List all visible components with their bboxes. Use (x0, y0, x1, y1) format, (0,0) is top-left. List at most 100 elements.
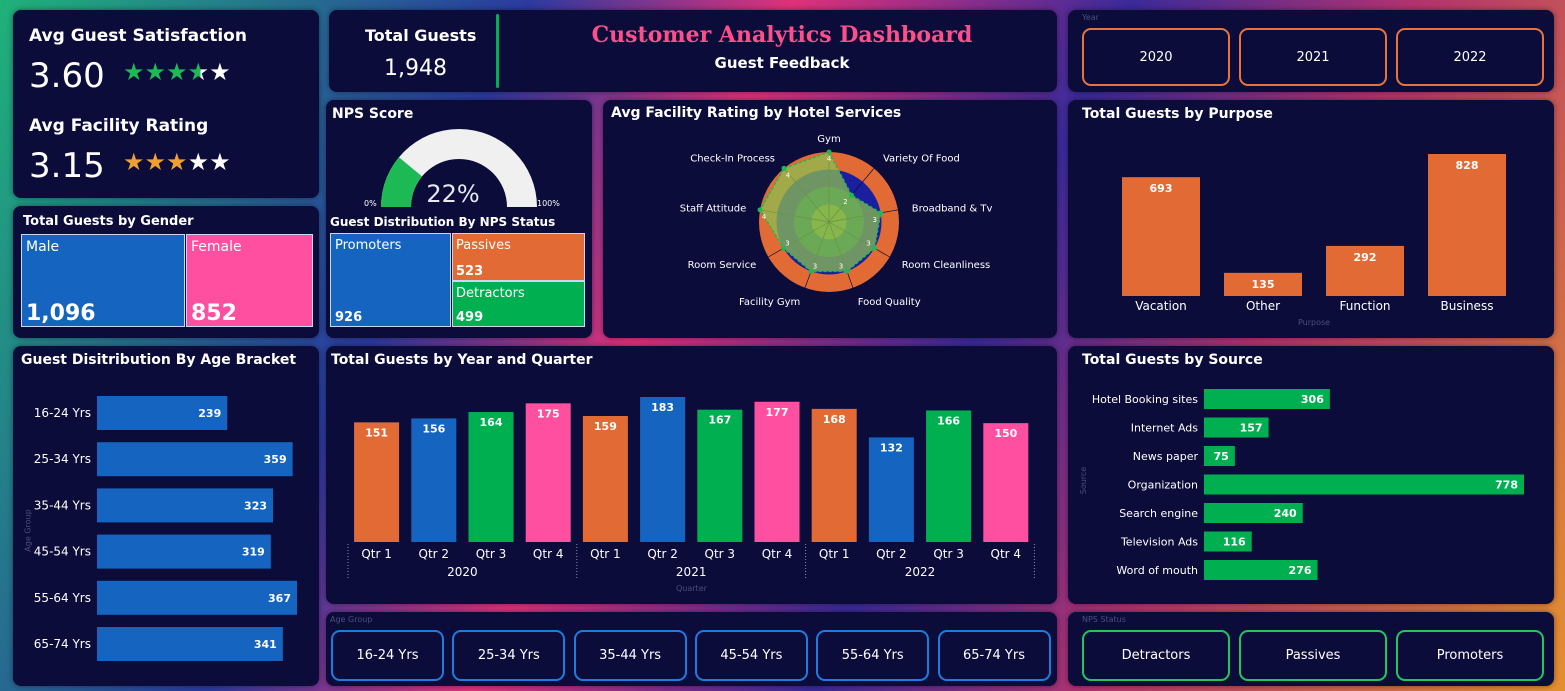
star-icon: ★ (209, 58, 231, 86)
age-bracket-card: Guest Disitribution By Age Bracket Age G… (13, 346, 319, 686)
radar-value-label: 3 (785, 239, 789, 247)
quarter-category-label: Qtr 1 (819, 547, 850, 561)
purpose-axis-label: Purpose (1298, 318, 1331, 327)
age-option-25-34-yrs[interactable]: 25-34 Yrs (452, 630, 566, 681)
star-icon: ★ (166, 58, 188, 86)
radar-point (848, 192, 854, 198)
star-icon: ★ (144, 58, 167, 86)
age-option-35-44-yrs[interactable]: 35-44 Yrs (573, 630, 687, 681)
age-value-label: 319 (242, 546, 265, 559)
quarter-value-label: 168 (823, 413, 846, 426)
quarter-bar[interactable] (525, 403, 571, 542)
female-tile[interactable]: Female 852 (186, 234, 313, 327)
source-category-label: Internet Ads (1131, 422, 1198, 435)
quarter-bar[interactable] (468, 412, 514, 542)
quarter-category-label: Qtr 3 (705, 547, 736, 561)
quarter-value-label: 156 (422, 422, 445, 435)
star-icon: ★ (209, 148, 231, 176)
gauge-min-label: 0% (364, 199, 377, 208)
age-option-45-54-yrs[interactable]: 45-54 Yrs (694, 630, 808, 681)
nps-option-passives[interactable]: Passives (1239, 630, 1387, 681)
star-icon: ★ (123, 148, 145, 176)
quarter-bar[interactable] (811, 408, 857, 542)
age-value-label: 239 (198, 407, 221, 420)
detractors-tile[interactable]: Detractors 499 (452, 281, 585, 327)
radar-point (781, 165, 787, 171)
source-bar[interactable] (1204, 474, 1524, 495)
purpose-value-label: 292 (1354, 251, 1377, 264)
promoters-tile[interactable]: Promoters 926 (330, 233, 451, 327)
quarter-bar[interactable] (582, 416, 628, 542)
quarter-bar[interactable] (983, 423, 1029, 542)
quarter-bar[interactable] (411, 418, 457, 542)
age-option-16-24-yrs[interactable]: 16-24 Yrs (331, 630, 444, 681)
star-icon: ★ (123, 58, 145, 86)
nps-option-detractors[interactable]: Detractors (1082, 630, 1230, 681)
purpose-bar-chart: 693 Vacation 135 Other 292 Function 828 Busines… (1122, 154, 1506, 313)
purpose-category-label: Vacation (1135, 299, 1187, 313)
quarter-bar[interactable] (697, 409, 743, 542)
detractors-value: 499 (456, 310, 484, 325)
facility-radar-card: Avg Facility Rating by Hotel Services 42… (603, 100, 1057, 338)
age-option-65-74-yrs[interactable]: 65-74 Yrs (937, 630, 1051, 681)
age-value-label: 341 (254, 638, 277, 651)
quarter-category-label: Qtr 4 (762, 547, 793, 561)
female-label: Female (191, 239, 242, 255)
year-option-2022[interactable]: 2022 (1396, 28, 1544, 86)
quarter-value-label: 132 (880, 441, 903, 454)
year-option-2020[interactable]: 2020 (1082, 28, 1230, 86)
dashboard-subtitle: Guest Feedback (714, 54, 850, 72)
quarter-category-label: Qtr 3 (476, 547, 507, 561)
radar-category-label: Room Service (688, 260, 757, 271)
age-option-55-64-yrs[interactable]: 55-64 Yrs (816, 630, 930, 681)
nps-card: NPS Score 22% 0% 100% Guest Distribution… (326, 100, 592, 338)
gauge-value: 22% (426, 180, 479, 208)
radar-category-label: Staff Attitude (680, 203, 747, 214)
male-value: 1,096 (26, 301, 96, 326)
purpose-category-label: Function (1339, 299, 1390, 313)
source-value-label: 75 (1214, 450, 1229, 463)
quarter-year-label: 2022 (905, 565, 936, 579)
male-tile[interactable]: Male 1,096 (21, 234, 185, 327)
nps-status-title: Guest Distribution By NPS Status (330, 215, 556, 229)
nps-slicer-label: NPS Status (1082, 615, 1126, 624)
purpose-value-label: 135 (1252, 278, 1275, 291)
age-slicer-label: Age Group (330, 615, 373, 624)
year-option-2021[interactable]: 2021 (1239, 28, 1387, 86)
quarter-bar[interactable] (754, 401, 800, 542)
radar-value-label: 4 (827, 155, 832, 163)
quarter-bar[interactable] (640, 397, 686, 542)
year-slicer: Year 2020 2021 2022 (1068, 10, 1554, 92)
header-card: Total Guests 1,948 Customer Analytics Da… (329, 10, 1057, 92)
radar-point (871, 245, 877, 251)
source-category-label: Word of mouth (1116, 564, 1198, 577)
age-value-label: 359 (264, 453, 287, 466)
passives-tile[interactable]: Passives 523 (452, 233, 585, 281)
radar-value-label: 3 (872, 216, 876, 224)
quarter-bar-chart: 151 Qtr 1 156 Qtr 2 164 Qtr 3 175 Qtr 4 159 Qtr 1… (347, 397, 1035, 579)
purpose-value-label: 693 (1150, 182, 1173, 195)
quarter-category-label: Qtr 1 (361, 547, 392, 561)
avg-facility-value: 3.15 (29, 146, 105, 186)
quarter-bar[interactable] (926, 410, 972, 542)
radar-point (844, 268, 850, 274)
quarter-value-label: 151 (365, 426, 388, 439)
source-value-label: 240 (1274, 507, 1297, 520)
quarter-category-label: Qtr 3 (933, 547, 964, 561)
quarter-value-label: 183 (651, 401, 674, 414)
quarter-value-label: 166 (937, 414, 960, 427)
radar-value-label: 4 (762, 213, 767, 221)
source-card: Total Guests by Source Source 306 Hotel B… (1068, 346, 1554, 604)
year-slicer-label: Year (1082, 13, 1099, 22)
age-bar[interactable] (97, 580, 297, 615)
nps-option-promoters[interactable]: Promoters (1396, 630, 1544, 681)
avg-satisfaction-value: 3.60 (29, 56, 105, 96)
quarter-bar[interactable] (354, 422, 400, 542)
star-icon: ★ (187, 58, 210, 86)
kpi-rating-card: Avg Guest Satisfaction 3.60 ★★★★★ Avg Fa… (13, 10, 319, 198)
radar-category-label: Broadband & Tv (912, 203, 993, 214)
quarter-axis-label: Quarter (676, 584, 707, 593)
purpose-bar[interactable] (1428, 154, 1506, 296)
age-value-label: 367 (268, 592, 291, 605)
quarter-category-label: Qtr 4 (533, 547, 564, 561)
